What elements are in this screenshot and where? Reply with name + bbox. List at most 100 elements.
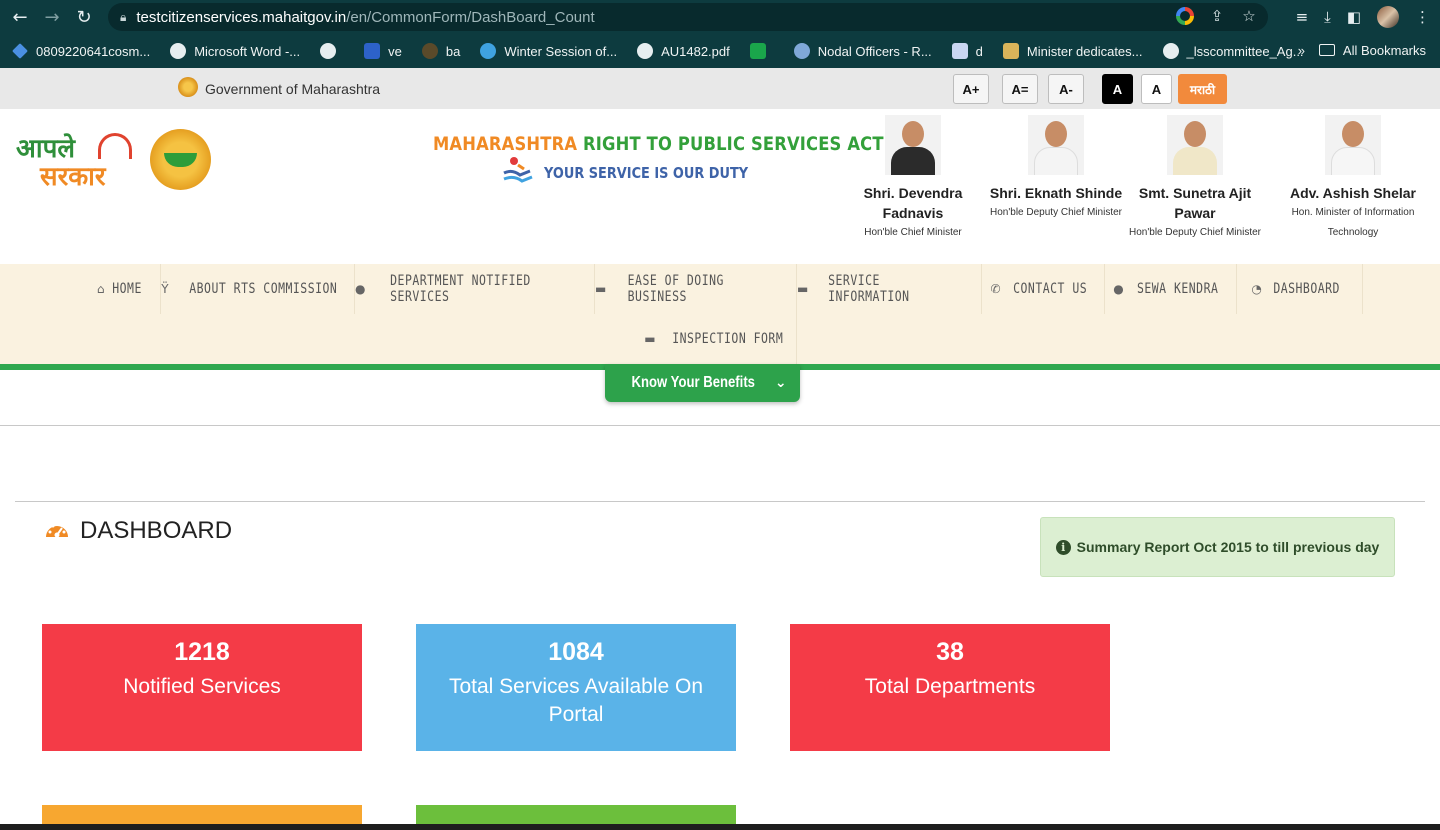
minister-card: Adv. Ashish Shelar Hon. Minister of Info… [1283,115,1423,243]
folder-icon [1318,44,1335,56]
reload-icon[interactable]: ↻ [72,5,96,29]
dome-icon [98,133,132,159]
minister-name: Shri. Devendra Fadnavis [863,185,963,221]
minister-card: Smt. Sunetra Ajit Pawar Hon'ble Deputy C… [1125,115,1265,243]
font-decrease-button[interactable]: A- [1048,74,1084,104]
know-your-benefits-button[interactable]: Know Your Benefits ⌄ [605,364,800,402]
chevron-down-icon: ⌄ [774,375,787,391]
stat-value: 1084 [548,638,604,666]
bookmark-favicon-icon [421,43,438,59]
user-icon: ● [355,282,367,296]
back-arrow-icon[interactable]: ← [8,5,32,29]
font-increase-button[interactable]: A+ [953,74,989,104]
briefcase-icon: ▬ [644,332,657,346]
nav-sewa-kendra[interactable]: ● Sewa Kendra [1105,264,1237,314]
browser-menu-icon[interactable]: ⋮ [1415,8,1430,26]
user-icon: ● [1113,282,1125,296]
language-marathi-button[interactable]: मराठी [1178,74,1227,104]
media-controls-icon[interactable]: ≡ [1296,8,1309,26]
bookmarks-bar: 0809220641cosm... Microsoft Word -... ve… [0,34,1440,68]
stat-card-total-departments[interactable]: 38 Total Departments [790,624,1110,751]
minister-photo [1028,115,1084,175]
bookmark-favicon-icon [1002,43,1019,59]
government-bar: Government of Maharashtra A+ A= A- A A म… [0,68,1440,109]
minister-card: Shri. Devendra Fadnavis Hon'ble Chief Mi… [843,115,983,243]
forward-arrow-icon[interactable]: → [40,5,64,29]
minister-name: Shri. Eknath Shinde [989,185,1123,201]
divider [0,425,1440,426]
light-contrast-button[interactable]: A [1141,74,1172,104]
phone-icon: ✆ [990,282,1002,296]
bookmark-item[interactable]: ve [364,43,402,59]
bookmark-item[interactable]: _lsscommittee_Ag... [1162,43,1304,59]
service-hand-icon [503,157,533,183]
nav-contact-us[interactable]: ✆ Contact Us [982,264,1105,314]
stat-label: Total Services Available On Portal [448,675,704,726]
minister-card: Shri. Eknath Shinde Hon'ble Deputy Chief… [986,115,1126,223]
stat-card-partial[interactable] [42,805,362,824]
aaple-sarkar-logo[interactable]: आपले सरकार [14,131,136,193]
globe-icon [637,43,654,59]
bookmark-favicon-icon [364,43,381,59]
stat-card-services-on-portal[interactable]: 1084 Total Services Available On Portal [416,624,736,751]
more-bookmarks-button[interactable]: » [1298,43,1305,58]
sheets-icon [749,43,766,59]
bookmark-favicon-icon [793,43,810,59]
briefcase-icon: ▬ [797,282,809,296]
minister-name: Smt. Sunetra Ajit Pawar [1138,185,1252,221]
rts-emblem-logo [150,129,211,190]
download-icon[interactable]: ⤓ [1324,8,1331,26]
minister-photo [1325,115,1381,175]
lock-icon[interactable]: 🔒︎ [120,10,126,25]
dashboard-gauge-icon [46,523,68,538]
bookmark-item[interactable]: Minister dedicates... [1002,43,1143,59]
site-header: आपले सरकार MAHARASHTRA RIGHT TO PUBLIC S… [0,109,1440,264]
nav-ease-of-doing-business[interactable]: ▬ Ease of Doing Business [595,264,797,314]
side-panel-icon[interactable]: ◧ [1347,8,1361,26]
stat-label: Total Departments [864,675,1036,698]
briefcase-icon: ▬ [595,282,607,296]
bookmark-item[interactable]: d [951,43,983,59]
font-reset-button[interactable]: A= [1002,74,1038,104]
stat-card-partial[interactable] [416,805,736,824]
divider [15,501,1425,502]
address-bar[interactable]: 🔒︎ testcitizenservices.mahaitgov.in/en/C… [108,3,1268,31]
nav-home[interactable]: ⌂ Home [82,264,161,314]
url-host: testcitizenservices.mahaitgov.in [136,8,347,26]
minister-name: Adv. Ashish Shelar [1289,185,1417,201]
stat-card-notified-services[interactable]: 1218 Notified Services [42,624,362,751]
bookmark-item[interactable]: ba [421,43,460,59]
bookmark-item[interactable]: AU1482.pdf [637,43,730,59]
bookmark-item[interactable] [320,43,344,59]
bookmark-favicon-icon [951,43,968,59]
google-lens-icon[interactable] [1176,7,1194,25]
profile-avatar[interactable] [1377,6,1399,28]
bookmark-item[interactable]: 0809220641cosm... [12,43,150,59]
globe-icon [170,43,187,59]
share-icon[interactable]: ⇪ [1208,7,1226,25]
bookmark-item[interactable]: Winter Session of... [480,43,617,59]
minister-role: Hon'ble Deputy Chief Minister [990,207,1122,218]
bookmark-item[interactable] [749,43,774,59]
maharashtra-emblem-icon [178,77,198,97]
stat-value: 1218 [174,638,230,666]
url-path: /en/CommonForm/DashBoard_Count [346,8,595,26]
bookmark-item[interactable]: Microsoft Word -... [170,43,300,59]
bookmark-item[interactable]: Nodal Officers - R... [793,43,932,59]
summary-report-notice: i Summary Report Oct 2015 to till previo… [1040,517,1395,577]
nav-about-rts-commission[interactable]: Ÿ About RTS Commission [161,264,355,314]
nav-service-information[interactable]: ▬ Service Information [797,264,982,314]
torch-icon: Ÿ [161,282,170,296]
tagline: YOUR SERVICE IS OUR DUTY [544,164,749,182]
bookmark-favicon-icon [12,43,28,59]
bookmark-favicon-icon [480,43,497,59]
nav-department-notified-services[interactable]: ● Department Notified Services [355,264,595,314]
all-bookmarks-button[interactable]: All Bookmarks [1318,43,1426,58]
nav-dashboard[interactable]: ◔ Dashboard [1237,264,1363,314]
bookmark-star-icon[interactable]: ☆ [1240,7,1258,25]
globe-icon [320,43,337,59]
stat-label: Notified Services [123,675,281,698]
home-icon: ⌂ [96,282,106,296]
nav-inspection-form[interactable]: ▬ Inspection Form [644,314,797,364]
dark-contrast-button[interactable]: A [1102,74,1133,104]
